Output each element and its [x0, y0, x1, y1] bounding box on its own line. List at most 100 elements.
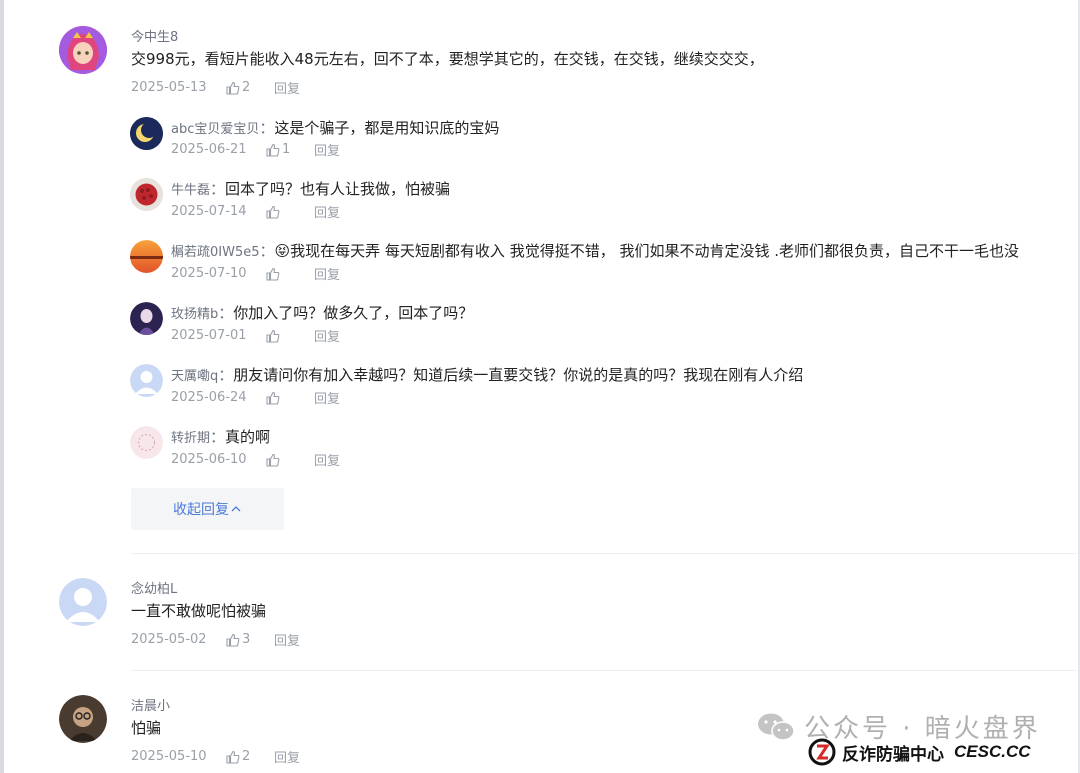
reply-button[interactable]: 回复: [314, 140, 340, 159]
reply-button[interactable]: 回复: [274, 747, 300, 766]
user-avatar[interactable]: [130, 240, 163, 273]
comment-meta: 2025-05-10 2 回复: [131, 747, 300, 766]
reply-line: 牛牛磊：回本了吗？也有人让我做，怕被骗: [171, 180, 451, 198]
user-avatar[interactable]: [130, 302, 163, 335]
reply-line: 榍若疏0IW5e5：😝我现在每天弄 每天短剧都有收入 我觉得挺不错， 我们如果不…: [171, 242, 1020, 260]
like-count: 1: [282, 142, 291, 157]
sunset-avatar-icon: [130, 240, 163, 273]
user-avatar[interactable]: [130, 178, 163, 211]
anti-fraud-badge: 反诈防骗中心 CESC.CC: [808, 738, 1031, 766]
comment-username[interactable]: 念幼柏L: [131, 578, 177, 597]
comment-date: 2025-05-13: [131, 80, 207, 95]
reply-username[interactable]: 玫扬精b: [171, 307, 218, 322]
comment-meta: 2025-05-13 2 回复: [131, 78, 300, 97]
collapse-replies-button[interactable]: 收起回复: [131, 488, 284, 530]
comment-username[interactable]: 今中生8: [131, 26, 178, 45]
like-button[interactable]: 1: [266, 142, 314, 157]
window-left-border: [0, 0, 4, 773]
reply-date: 2025-06-10: [171, 452, 247, 467]
anti-fraud-logo-icon: [808, 738, 836, 766]
thumbs-up-icon: [226, 750, 240, 764]
collapse-label: 收起回复: [173, 502, 229, 518]
reply-date: 2025-07-01: [171, 328, 247, 343]
emoji-icon: 😝: [274, 242, 291, 260]
thumbs-up-icon: [266, 329, 280, 343]
comment-date: 2025-05-10: [131, 749, 207, 764]
reply-button[interactable]: 回复: [314, 326, 340, 345]
default-avatar-icon: [130, 364, 163, 397]
reply-button[interactable]: 回复: [274, 78, 300, 97]
reply-username[interactable]: 天厲嘞q: [171, 369, 218, 384]
reply-meta: 2025-06-21 1 回复: [171, 140, 340, 159]
comment-meta: 2025-05-02 3 回复: [131, 630, 300, 649]
reply-button[interactable]: 回复: [314, 450, 340, 469]
reply-text: 朋友请问你有加入幸越吗？知道后续一直要交钱？你说的是真的吗？我现在刚有人介绍: [233, 366, 804, 384]
reply-meta: 2025-07-01 回复: [171, 326, 340, 345]
reply-meta: 2025-06-24 回复: [171, 388, 340, 407]
like-button[interactable]: [266, 329, 314, 343]
reply-text: 你加入了吗？做多久了，回本了吗？: [233, 304, 474, 322]
thumbs-up-icon: [266, 143, 280, 157]
user-avatar[interactable]: [59, 26, 107, 74]
reply-button[interactable]: 回复: [314, 264, 340, 283]
like-button[interactable]: [266, 453, 314, 467]
user-avatar[interactable]: [59, 578, 107, 626]
reply-username[interactable]: abc宝贝爱宝贝: [171, 122, 259, 137]
comment-divider: [131, 553, 1077, 554]
reply-button[interactable]: 回复: [314, 388, 340, 407]
badge-text: 反诈防骗中心: [842, 744, 944, 765]
reply-username[interactable]: 转折期: [171, 431, 210, 446]
comment-text: 一直不敢做呢怕被骗: [131, 602, 267, 620]
thumbs-up-icon: [226, 633, 240, 647]
photo-avatar-icon: [59, 695, 107, 743]
chevron-up-icon: [231, 506, 241, 512]
reply-username[interactable]: 榍若疏0IW5e5: [171, 245, 260, 260]
like-button[interactable]: 2: [226, 749, 274, 764]
reply-text: 回本了吗？也有人让我做，怕被骗: [225, 180, 451, 198]
like-button[interactable]: 3: [226, 632, 274, 647]
comment-divider: [131, 670, 1077, 671]
like-button[interactable]: [266, 205, 314, 219]
reply-date: 2025-06-24: [171, 390, 247, 405]
default-avatar-icon: [59, 578, 107, 626]
user-avatar[interactable]: [130, 426, 163, 459]
thumbs-up-icon: [266, 453, 280, 467]
thumbs-up-icon: [266, 205, 280, 219]
like-count: 3: [242, 632, 251, 647]
user-avatar[interactable]: [130, 117, 163, 150]
thumbs-up-icon: [266, 391, 280, 405]
reply-text: 真的啊: [225, 428, 271, 446]
reply-date: 2025-07-10: [171, 266, 247, 281]
comment-text: 交998元，看短片能收入48元左右，回不了本，要想学其它的，在交钱，在交钱，继续…: [131, 50, 764, 68]
comment-text: 怕骗: [131, 719, 162, 737]
like-count: 2: [242, 749, 251, 764]
reply-username[interactable]: 牛牛磊: [171, 183, 210, 198]
like-button[interactable]: [266, 267, 314, 281]
comment-date: 2025-05-02: [131, 632, 207, 647]
reply-date: 2025-07-14: [171, 204, 247, 219]
user-avatar[interactable]: [59, 695, 107, 743]
reply-meta: 2025-07-10 回复: [171, 264, 340, 283]
reply-line: abc宝贝爱宝贝：这是个骗子，都是用知识底的宝妈: [171, 119, 500, 137]
like-button[interactable]: 2: [226, 80, 274, 95]
reply-button[interactable]: 回复: [274, 630, 300, 649]
wechat-icon: [758, 713, 795, 741]
reply-button[interactable]: 回复: [314, 202, 340, 221]
thumbs-up-icon: [266, 267, 280, 281]
character-avatar-icon: [130, 302, 163, 335]
comment-username[interactable]: 洁晨小: [131, 695, 170, 714]
reply-line: 转折期：真的啊: [171, 428, 271, 446]
like-button[interactable]: [266, 391, 314, 405]
reply-line: 天厲嘞q：朋友请问你有加入幸越吗？知道后续一直要交钱？你说的是真的吗？我现在刚有…: [171, 366, 804, 384]
reply-line: 玫扬精b：你加入了吗？做多久了，回本了吗？: [171, 304, 474, 322]
user-avatar[interactable]: [130, 364, 163, 397]
like-count: 2: [242, 80, 251, 95]
badge-site: CESC.CC: [954, 742, 1031, 761]
berries-avatar-icon: [130, 178, 163, 211]
thumbs-up-icon: [226, 81, 240, 95]
reply-meta: 2025-07-14 回复: [171, 202, 340, 221]
reply-text: 我现在每天弄 每天短剧都有收入 我觉得挺不错， 我们如果不动肯定没钱 .老师们都…: [290, 242, 1020, 260]
reply-text: 这是个骗子，都是用知识底的宝妈: [274, 119, 500, 137]
reply-meta: 2025-06-10 回复: [171, 450, 340, 469]
pink-avatar-icon: [130, 426, 163, 459]
